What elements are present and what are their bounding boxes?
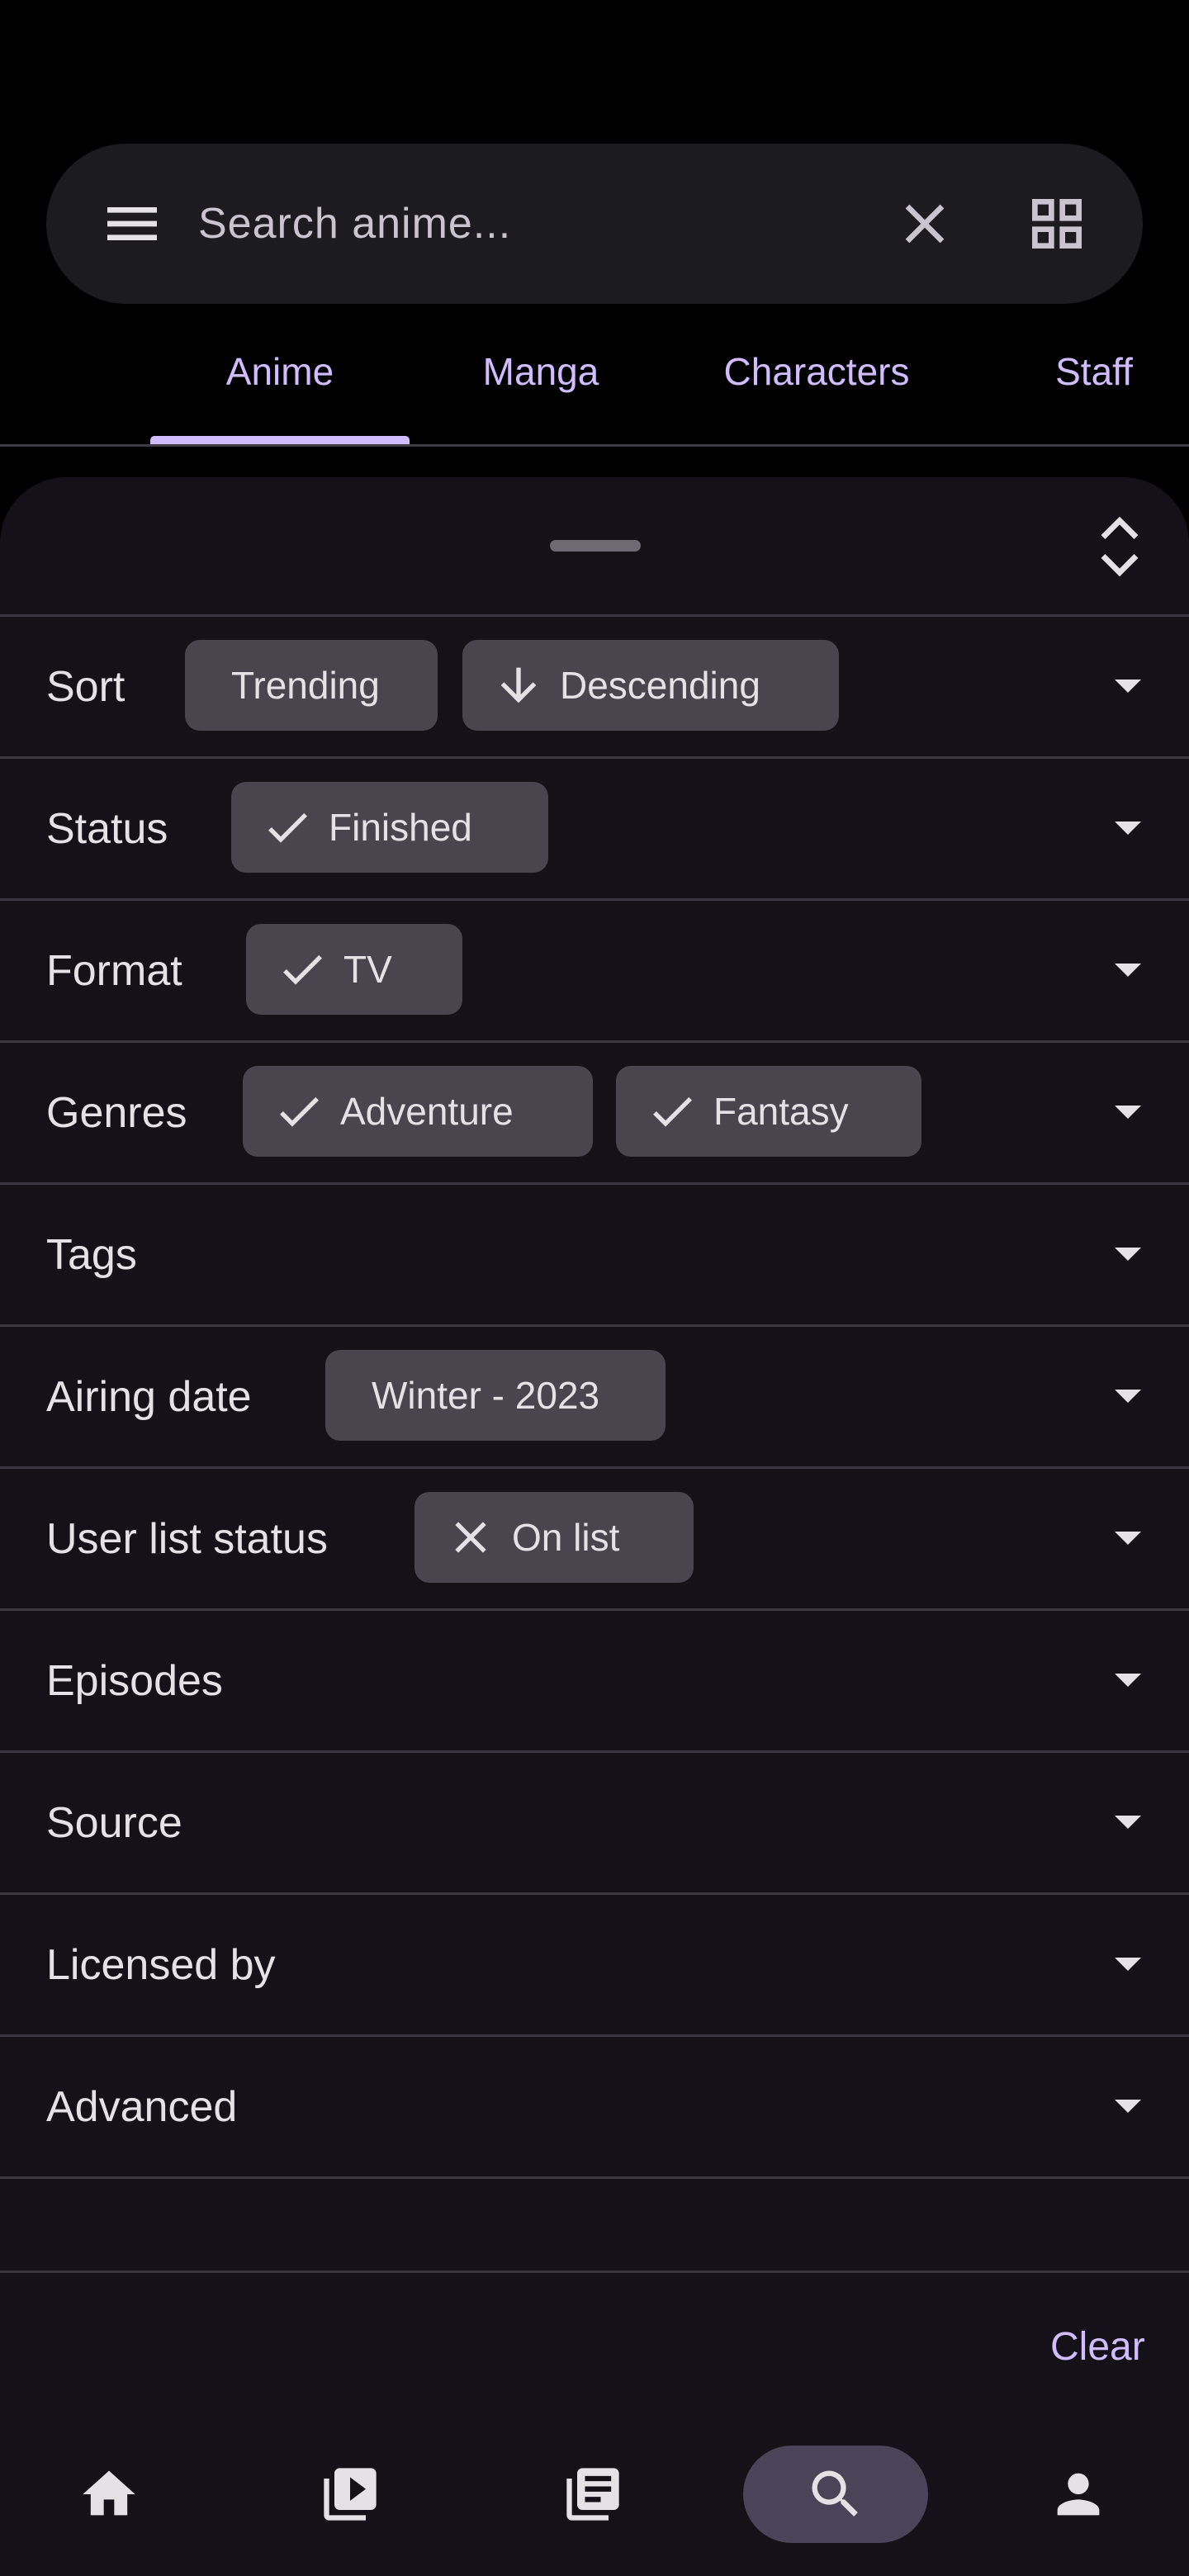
book-library-icon xyxy=(566,2468,619,2521)
chip-status-finished[interactable]: Finished xyxy=(231,782,548,873)
x-icon xyxy=(455,1522,486,1553)
video-library-icon xyxy=(324,2468,377,2521)
tab-indicator xyxy=(150,436,410,444)
filter-row-genres[interactable]: Genres Adventure Fantasy xyxy=(0,1040,1189,1181)
filter-label: Episodes xyxy=(46,1657,223,1705)
chevron-down-icon xyxy=(1115,2100,1141,2113)
search-input[interactable]: Search anime... xyxy=(198,197,511,251)
chevron-down-icon xyxy=(1115,1248,1141,1261)
tab-anime[interactable]: Anime xyxy=(150,330,410,413)
filter-label: Format xyxy=(46,947,182,995)
filter-row-airing-date[interactable]: Airing date Winter - 2023 xyxy=(0,1324,1189,1465)
filter-label: Status xyxy=(46,805,168,853)
filter-sheet: Sort Trending Descending Status Finished… xyxy=(0,477,1189,2576)
filter-row-licensed-by[interactable]: Licensed by xyxy=(0,1892,1189,2033)
filter-label: User list status xyxy=(46,1515,328,1563)
clear-button[interactable]: Clear xyxy=(1050,2318,1145,2376)
search-bar[interactable]: Search anime... xyxy=(46,144,1143,304)
chevron-down-icon xyxy=(1115,1958,1141,1971)
filter-label: Tags xyxy=(46,1231,137,1279)
check-icon xyxy=(268,812,307,843)
home-icon xyxy=(83,2470,135,2516)
chip-airing-season[interactable]: Winter - 2023 xyxy=(325,1350,666,1441)
chip-on-list[interactable]: On list xyxy=(414,1492,694,1583)
filter-row-episodes[interactable]: Episodes xyxy=(0,1608,1189,1749)
check-icon xyxy=(653,1096,692,1127)
chip-genre-adventure[interactable]: Adventure xyxy=(243,1066,593,1157)
filter-label: Sort xyxy=(46,663,126,711)
nav-home[interactable] xyxy=(17,2446,201,2543)
account-icon xyxy=(1057,2473,1100,2516)
tab-staff[interactable]: Staff xyxy=(1024,330,1164,413)
check-icon xyxy=(280,1096,319,1127)
filter-row-tags[interactable]: Tags xyxy=(0,1182,1189,1323)
filter-label: Licensed by xyxy=(46,1941,276,1989)
menu-icon[interactable] xyxy=(99,191,165,257)
divider xyxy=(0,2271,1189,2273)
filter-label: Source xyxy=(46,1799,182,1847)
filter-row-sort[interactable]: Sort Trending Descending xyxy=(0,614,1189,755)
chip-sort-direction[interactable]: Descending xyxy=(462,640,839,731)
chevron-down-icon xyxy=(1115,1816,1141,1829)
chip-sort-trending[interactable]: Trending xyxy=(185,640,438,731)
divider xyxy=(0,2176,1189,2179)
filter-row-format[interactable]: Format TV xyxy=(0,898,1189,1039)
chevron-down-icon xyxy=(1115,1390,1141,1403)
chip-genre-fantasy[interactable]: Fantasy xyxy=(616,1066,921,1157)
chevron-down-icon xyxy=(1115,1106,1141,1119)
divider xyxy=(0,444,1189,447)
drag-handle[interactable] xyxy=(550,540,641,552)
nav-search[interactable] xyxy=(743,2446,928,2543)
grid-view-icon[interactable] xyxy=(1024,191,1090,257)
chevron-down-icon xyxy=(1115,964,1141,977)
tab-bar: Anime Manga Characters Staff xyxy=(0,330,1189,446)
chip-format-tv[interactable]: TV xyxy=(246,924,462,1015)
filter-label: Advanced xyxy=(46,2083,238,2131)
nav-profile[interactable] xyxy=(986,2446,1171,2543)
filter-row-source[interactable]: Source xyxy=(0,1750,1189,1891)
bottom-navigation xyxy=(0,2436,1189,2576)
filter-row-advanced[interactable]: Advanced xyxy=(0,2034,1189,2175)
chevron-down-icon xyxy=(1115,822,1141,835)
filter-label: Airing date xyxy=(46,1373,252,1421)
close-icon[interactable] xyxy=(892,191,958,257)
chevron-down-icon xyxy=(1115,1532,1141,1545)
nav-anime-library[interactable] xyxy=(258,2446,443,2543)
chevron-down-icon xyxy=(1115,1674,1141,1687)
unfold-icon[interactable] xyxy=(1090,514,1149,580)
chevron-down-icon xyxy=(1115,680,1141,693)
check-icon xyxy=(283,954,322,985)
search-icon xyxy=(812,2470,858,2517)
tab-manga[interactable]: Manga xyxy=(429,330,652,413)
filter-row-user-list-status[interactable]: User list status On list xyxy=(0,1466,1189,1607)
arrow-down-icon xyxy=(500,667,537,703)
nav-manga-library[interactable] xyxy=(500,2446,685,2543)
tab-characters[interactable]: Characters xyxy=(685,330,948,413)
filter-row-status[interactable]: Status Finished xyxy=(0,756,1189,897)
filter-label: Genres xyxy=(46,1089,187,1137)
